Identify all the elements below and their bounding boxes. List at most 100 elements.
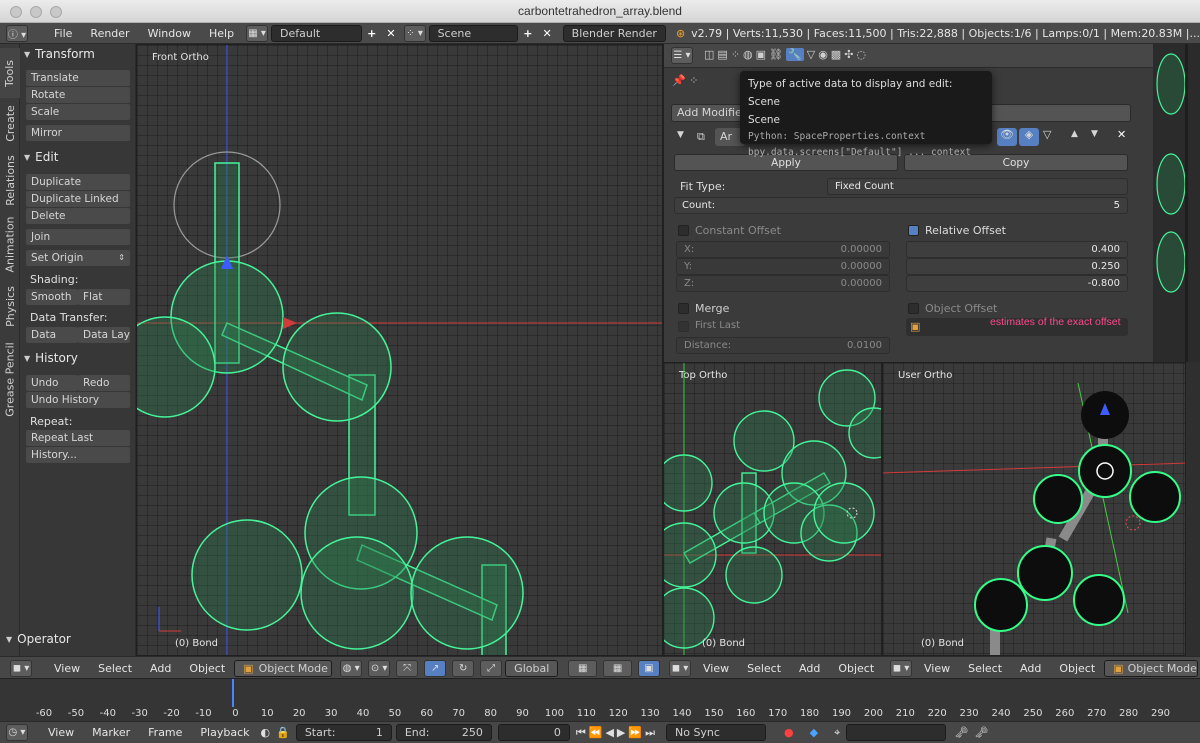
render-view-icon[interactable]: ▣ [637, 659, 660, 677]
viewport-display-toggle-icon[interactable]: 👁 [997, 128, 1017, 146]
scale-button[interactable]: Scale [26, 104, 130, 120]
operator-panel-header[interactable]: ▼ Operator [6, 632, 71, 646]
menu-select[interactable]: Select [959, 662, 1011, 675]
edit-panel-header[interactable]: ▼ Edit [24, 150, 58, 164]
tab-create[interactable]: Create [0, 98, 20, 148]
keying-set-icon[interactable]: ◆ [810, 726, 818, 739]
manipulator-toggle-icon[interactable]: ⤧ [396, 659, 419, 677]
editor-type-3dview-icon[interactable]: ◼ ▾ [669, 659, 691, 677]
mirror-button[interactable]: Mirror [26, 125, 130, 141]
relative-offset-checkbox[interactable] [908, 225, 919, 236]
object-tab-icon[interactable]: ▣ [756, 48, 766, 61]
tab-physics[interactable]: Physics [0, 279, 20, 333]
undo-history-button[interactable]: Undo History [26, 392, 130, 408]
record-icon[interactable]: ● [784, 726, 794, 739]
menu-view[interactable]: View [45, 662, 89, 675]
menu-view[interactable]: View [915, 662, 959, 675]
distance-field[interactable]: Distance: 0.0100 [676, 337, 890, 354]
jump-end-icon[interactable]: ⏭ [645, 726, 658, 739]
editmode-display-toggle-icon[interactable]: ◈ [1019, 128, 1039, 146]
screen-layout-icon[interactable]: ▦ ▾ [246, 24, 269, 42]
delete-button[interactable]: Delete [26, 208, 130, 224]
constant-offset-z-field[interactable]: Z: 0.00000 [676, 275, 890, 292]
menu-window[interactable]: Window [139, 27, 200, 40]
render-layers-tab-icon[interactable]: ▤ [717, 48, 727, 61]
scale-manipulator-icon[interactable]: ⤢ [480, 659, 503, 677]
screen-layout-field[interactable]: Default [271, 24, 363, 42]
relative-offset-x-field[interactable]: 0.400 [906, 241, 1128, 258]
jump-start-icon[interactable]: ⏮ [576, 726, 589, 739]
current-frame-field[interactable]: 0 [497, 724, 570, 741]
modifier-collapse-icon[interactable]: ▼ [677, 130, 684, 140]
prev-keyframe-icon[interactable]: ⏪ [589, 726, 606, 739]
data-transfer-data-button[interactable]: Data [26, 327, 78, 343]
user-ortho-viewport[interactable]: User Ortho (0) Bond [882, 362, 1186, 656]
move-up-icon[interactable]: ▲ [1071, 129, 1078, 139]
menu-select[interactable]: Select [89, 662, 141, 675]
translate-manipulator-icon[interactable]: ↗ [424, 659, 447, 677]
menu-view[interactable]: View [694, 662, 738, 675]
viewport-shading-icon[interactable]: ◍ ▾ [340, 659, 363, 677]
preview-range-icon[interactable]: ◐ [261, 726, 271, 739]
front-ortho-viewport[interactable]: Front Ortho (0) Bond [136, 44, 663, 656]
menu-object[interactable]: Object [180, 662, 234, 675]
scene-breadcrumb-icon[interactable]: ⁘ [689, 74, 698, 87]
redo-button[interactable]: Redo [78, 375, 130, 391]
timeline-editor[interactable]: -60 -50 -40 -30 -20 -10 0 10 20 30 40 50 60 70 80 90 100… [0, 678, 1200, 721]
constant-offset-y-field[interactable]: Y: 0.00000 [676, 258, 890, 275]
transform-orientation-select[interactable]: Global [505, 659, 559, 677]
timeline-menu-playback[interactable]: Playback [191, 726, 258, 739]
editor-type-3dview-icon[interactable]: ◼ ▾ [10, 659, 32, 677]
translate-button[interactable]: Translate [26, 70, 130, 86]
timeline-menu-view[interactable]: View [39, 726, 83, 739]
tab-grease-pencil[interactable]: Grease Pencil [0, 336, 20, 422]
sync-mode-select[interactable]: No Sync [665, 724, 766, 741]
modifiers-tab-icon[interactable]: 🔧 [786, 48, 804, 61]
delete-keyframe-icon[interactable]: 🗝 [974, 726, 988, 739]
merge-checkbox[interactable] [678, 303, 689, 314]
history-panel-header[interactable]: ▼ History [24, 351, 78, 365]
fit-type-select[interactable]: Fixed Count [827, 178, 1128, 195]
particles-tab-icon[interactable]: ✣ [844, 48, 853, 61]
rotate-button[interactable]: Rotate [26, 87, 130, 103]
scene-field[interactable]: Scene [428, 24, 519, 42]
material-tab-icon[interactable]: ◉ [818, 48, 828, 61]
lock-icon[interactable]: 🔒 [276, 726, 290, 739]
mode-select[interactable]: ▣ Object Mode [234, 659, 333, 677]
object-offset-checkbox[interactable] [908, 303, 919, 314]
constraints-tab-icon[interactable]: ⛓ [769, 48, 783, 61]
play-icon[interactable]: ▶ [617, 726, 628, 739]
layers-icon[interactable]: ▦ [568, 659, 598, 677]
current-frame-marker[interactable] [232, 679, 234, 707]
menu-add[interactable]: Add [141, 662, 180, 675]
render-engine-select[interactable]: Blender Render [562, 24, 666, 42]
keyframe-insert-icon[interactable]: ⌖ [834, 726, 840, 740]
tab-animation[interactable]: Animation [0, 212, 20, 276]
texture-tab-icon[interactable]: ▩ [831, 48, 841, 61]
constant-offset-checkbox[interactable] [678, 225, 689, 236]
top-ortho-viewport[interactable]: Top Ortho (0) Bond [663, 362, 882, 656]
add-scene-icon[interactable]: + [518, 27, 537, 40]
scene-tab-icon[interactable]: ⁘ [731, 48, 740, 61]
keying-set-field[interactable] [846, 724, 947, 741]
remove-modifier-icon[interactable]: ✕ [1117, 128, 1126, 141]
layers2-icon[interactable]: ▦ [603, 659, 632, 677]
remove-scene-icon[interactable]: ✕ [537, 27, 556, 40]
remove-screen-icon[interactable]: ✕ [381, 27, 400, 40]
timeline-menu-frame[interactable]: Frame [139, 726, 191, 739]
menu-add[interactable]: Add [790, 662, 829, 675]
add-screen-icon[interactable]: + [362, 27, 381, 40]
shading-flat-button[interactable]: Flat [78, 289, 130, 305]
editor-type-info-icon[interactable]: ⓘ ▾ [6, 24, 28, 42]
start-frame-field[interactable]: Start: 1 [295, 724, 392, 741]
set-origin-dropdown[interactable]: Set Origin ⇕ [26, 250, 130, 266]
menu-file[interactable]: File [45, 27, 81, 40]
pivot-point-icon[interactable]: ⊙ ▾ [368, 659, 391, 677]
tab-tools[interactable]: Tools [0, 48, 20, 98]
first-last-checkbox[interactable] [678, 321, 689, 332]
next-keyframe-icon[interactable]: ⏩ [628, 726, 645, 739]
menu-help[interactable]: Help [200, 27, 243, 40]
tab-relations[interactable]: Relations [0, 148, 20, 212]
rotate-manipulator-icon[interactable]: ↻ [452, 659, 475, 677]
repeat-last-button[interactable]: Repeat Last [26, 430, 130, 446]
